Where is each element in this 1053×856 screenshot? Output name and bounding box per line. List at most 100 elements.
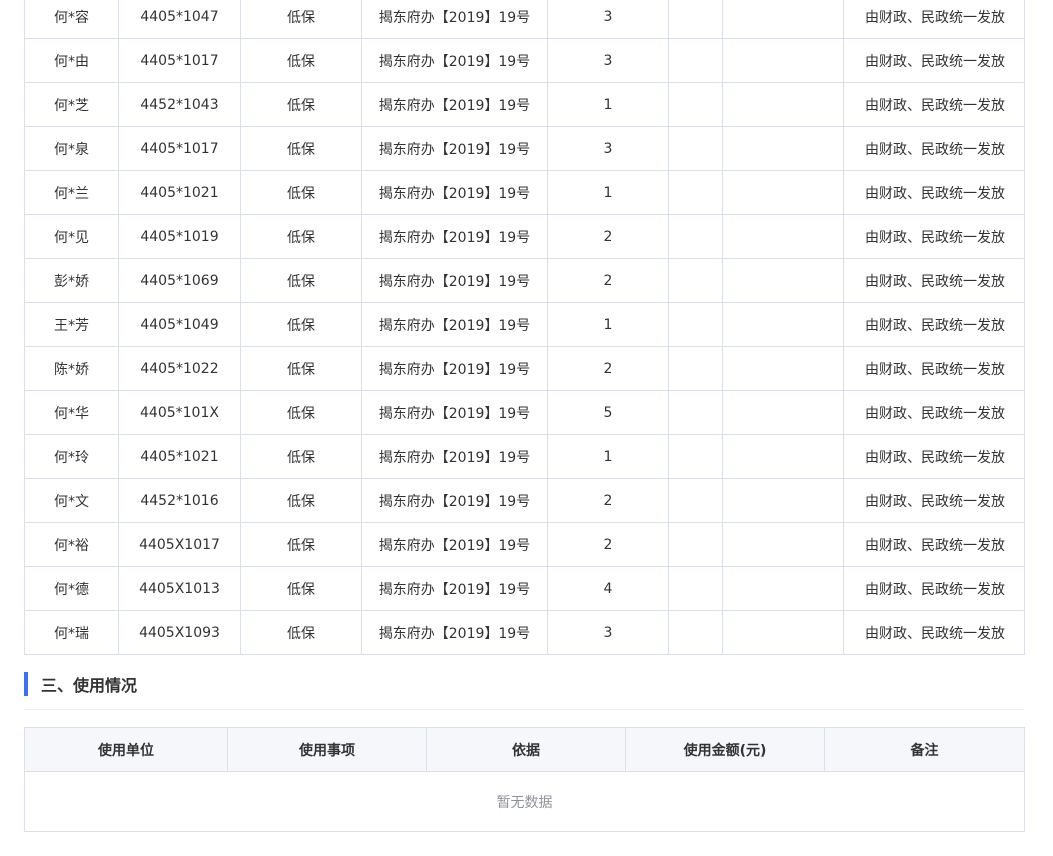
table-row: 何*德 4405X1013 低保 揭东府办【2019】19号 4 由财政、民政统一发放 xyxy=(24,566,1025,611)
cell-id-number: 4452*1043 xyxy=(118,82,241,127)
cell-basis: 揭东府办【2019】19号 xyxy=(361,126,548,171)
cell-aid-type: 低保 xyxy=(240,610,362,655)
cell-aid-type: 低保 xyxy=(240,214,362,259)
table-row: 何*见 4405*1019 低保 揭东府办【2019】19号 2 由财政、民政统一发放 xyxy=(24,214,1025,259)
cell-name: 何*文 xyxy=(24,478,119,523)
cell-household-count: 1 xyxy=(547,82,669,127)
cell-id-number: 4405X1017 xyxy=(118,522,241,567)
cell-id-number: 4405*1021 xyxy=(118,434,241,479)
table-row: 彭*娇 4405*1069 低保 揭东府办【2019】19号 2 由财政、民政统一发放 xyxy=(24,258,1025,303)
cell-blank xyxy=(668,478,723,523)
cell-name: 王*芳 xyxy=(24,302,119,347)
cell-name: 陈*娇 xyxy=(24,346,119,391)
cell-blank xyxy=(668,434,723,479)
cell-remark: 由财政、民政统一发放 xyxy=(843,478,1025,523)
cell-name: 何*玲 xyxy=(24,434,119,479)
cell-id-number: 4405*1047 xyxy=(118,0,241,39)
table-row: 何*华 4405*101X 低保 揭东府办【2019】19号 5 由财政、民政统一发放 xyxy=(24,390,1025,435)
cell-blank xyxy=(668,522,723,567)
cell-household-count: 2 xyxy=(547,258,669,303)
cell-blank xyxy=(722,434,844,479)
table-row: 何*裕 4405X1017 低保 揭东府办【2019】19号 2 由财政、民政统一发放 xyxy=(24,522,1025,567)
cell-basis: 揭东府办【2019】19号 xyxy=(361,346,548,391)
cell-name: 何*瑞 xyxy=(24,610,119,655)
cell-name: 何*见 xyxy=(24,214,119,259)
cell-basis: 揭东府办【2019】19号 xyxy=(361,522,548,567)
cell-blank xyxy=(722,214,844,259)
cell-household-count: 1 xyxy=(547,302,669,347)
cell-aid-type: 低保 xyxy=(240,566,362,611)
cell-aid-type: 低保 xyxy=(240,302,362,347)
cell-id-number: 4405*1049 xyxy=(118,302,241,347)
cell-basis: 揭东府办【2019】19号 xyxy=(361,478,548,523)
cell-blank xyxy=(722,346,844,391)
cell-aid-type: 低保 xyxy=(240,38,362,83)
section-accent-bar xyxy=(24,672,28,696)
cell-blank xyxy=(722,258,844,303)
cell-household-count: 3 xyxy=(547,38,669,83)
cell-blank xyxy=(722,38,844,83)
cell-remark: 由财政、民政统一发放 xyxy=(843,522,1025,567)
cell-household-count: 3 xyxy=(547,126,669,171)
cell-basis: 揭东府办【2019】19号 xyxy=(361,566,548,611)
cell-remark: 由财政、民政统一发放 xyxy=(843,126,1025,171)
cell-household-count: 2 xyxy=(547,522,669,567)
cell-remark: 由财政、民政统一发放 xyxy=(843,566,1025,611)
cell-household-count: 3 xyxy=(547,610,669,655)
cell-id-number: 4405*1021 xyxy=(118,170,241,215)
cell-remark: 由财政、民政统一发放 xyxy=(843,610,1025,655)
cell-aid-type: 低保 xyxy=(240,390,362,435)
cell-blank xyxy=(668,610,723,655)
cell-remark: 由财政、民政统一发放 xyxy=(843,302,1025,347)
cell-id-number: 4405X1013 xyxy=(118,566,241,611)
cell-blank xyxy=(722,302,844,347)
cell-id-number: 4405X1093 xyxy=(118,610,241,655)
cell-name: 何*容 xyxy=(24,0,119,39)
cell-aid-type: 低保 xyxy=(240,478,362,523)
cell-remark: 由财政、民政统一发放 xyxy=(843,390,1025,435)
cell-remark: 由财政、民政统一发放 xyxy=(843,258,1025,303)
cell-blank xyxy=(668,302,723,347)
table-row: 陈*娇 4405*1022 低保 揭东府办【2019】19号 2 由财政、民政统一发放 xyxy=(24,346,1025,391)
table-row: 何*玲 4405*1021 低保 揭东府办【2019】19号 1 由财政、民政统一发放 xyxy=(24,434,1025,479)
cell-name: 何*泉 xyxy=(24,126,119,171)
cell-basis: 揭东府办【2019】19号 xyxy=(361,38,548,83)
cell-aid-type: 低保 xyxy=(240,522,362,567)
cell-blank xyxy=(722,522,844,567)
cell-aid-type: 低保 xyxy=(240,126,362,171)
cell-id-number: 4405*101X xyxy=(118,390,241,435)
cell-name: 何*裕 xyxy=(24,522,119,567)
section-title: 三、使用情况 xyxy=(41,676,138,695)
cell-remark: 由财政、民政统一发放 xyxy=(843,82,1025,127)
cell-blank xyxy=(668,38,723,83)
cell-blank xyxy=(668,126,723,171)
cell-remark: 由财政、民政统一发放 xyxy=(843,214,1025,259)
cell-household-count: 2 xyxy=(547,478,669,523)
cell-id-number: 4405*1019 xyxy=(118,214,241,259)
cell-remark: 由财政、民政统一发放 xyxy=(843,170,1025,215)
cell-blank xyxy=(668,346,723,391)
table-row: 何*兰 4405*1021 低保 揭东府办【2019】19号 1 由财政、民政统一发放 xyxy=(24,170,1025,215)
cell-blank xyxy=(668,566,723,611)
cell-name: 何*华 xyxy=(24,390,119,435)
table-row: 何*由 4405*1017 低保 揭东府办【2019】19号 3 由财政、民政统一发放 xyxy=(24,38,1025,83)
cell-basis: 揭东府办【2019】19号 xyxy=(361,214,548,259)
cell-basis: 揭东府办【2019】19号 xyxy=(361,82,548,127)
cell-blank xyxy=(722,610,844,655)
cell-blank xyxy=(722,82,844,127)
cell-blank xyxy=(668,258,723,303)
usage-table: 使用单位 使用事项 依据 使用金额(元) 备注 暂无数据 xyxy=(24,727,1025,832)
section-divider xyxy=(24,709,1024,710)
cell-name: 彭*娇 xyxy=(24,258,119,303)
cell-remark: 由财政、民政统一发放 xyxy=(843,38,1025,83)
cell-blank xyxy=(668,82,723,127)
cell-blank xyxy=(722,390,844,435)
cell-blank xyxy=(668,0,723,39)
cell-id-number: 4452*1016 xyxy=(118,478,241,523)
cell-household-count: 5 xyxy=(547,390,669,435)
cell-name: 何*芝 xyxy=(24,82,119,127)
cell-aid-type: 低保 xyxy=(240,434,362,479)
cell-id-number: 4405*1069 xyxy=(118,258,241,303)
cell-household-count: 2 xyxy=(547,214,669,259)
cell-basis: 揭东府办【2019】19号 xyxy=(361,610,548,655)
